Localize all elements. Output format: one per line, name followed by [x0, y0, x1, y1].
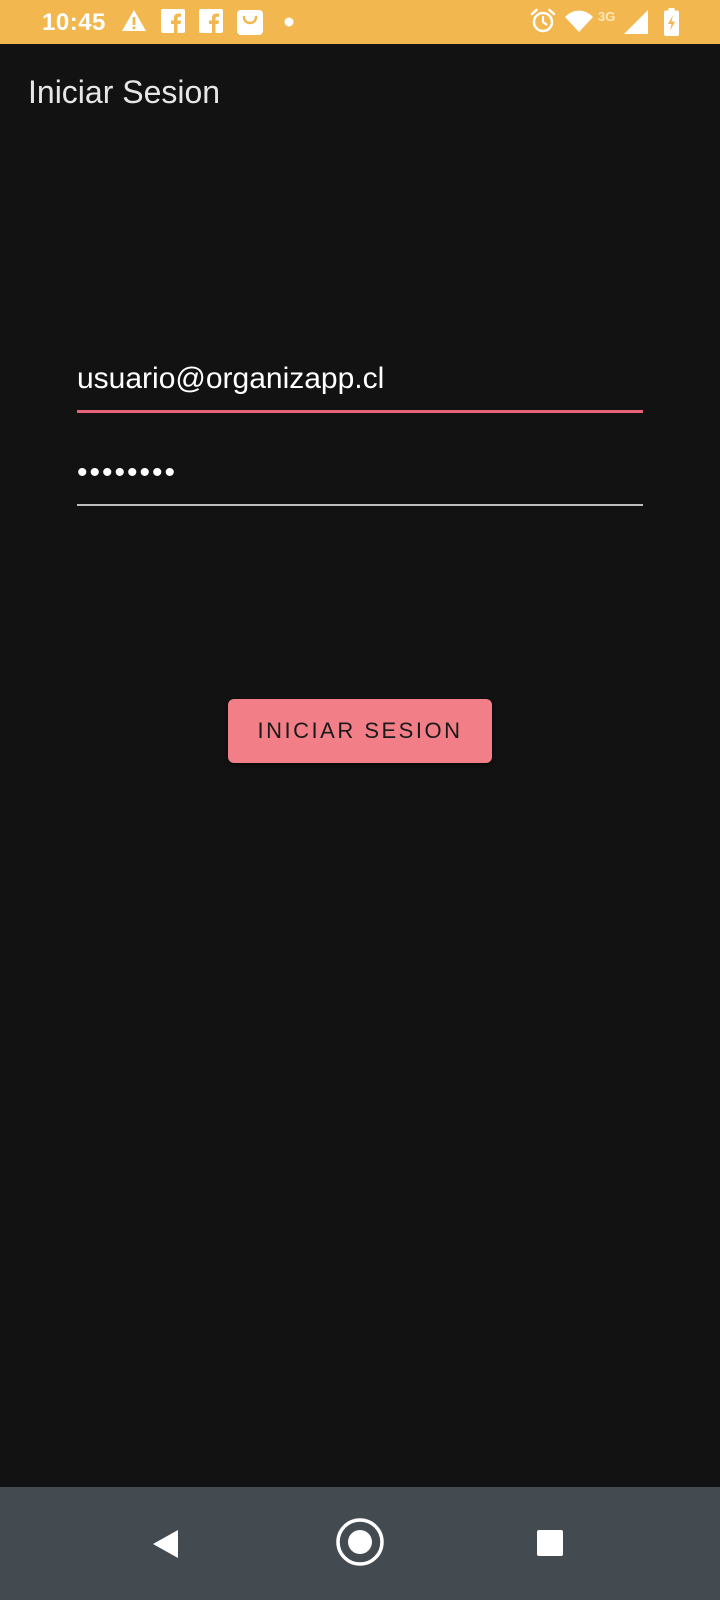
warning-icon	[122, 10, 146, 31]
recents-icon[interactable]	[537, 1530, 563, 1556]
status-time: 10:45	[42, 9, 106, 36]
facebook-icon	[199, 9, 223, 33]
alarm-icon	[530, 8, 556, 33]
signal-icon	[624, 10, 648, 34]
home-icon[interactable]	[335, 1517, 385, 1567]
shopping-bag-icon	[237, 10, 263, 35]
password-field[interactable]	[77, 448, 643, 506]
page-title: Iniciar Sesion	[28, 74, 221, 110]
facebook-icon	[161, 9, 185, 33]
login-button[interactable]: INICIAR SESION	[228, 699, 492, 763]
status-bar: 10:45 3G	[0, 0, 720, 44]
back-icon[interactable]	[152, 1529, 180, 1559]
wifi-icon	[565, 10, 593, 32]
dot-icon	[284, 17, 294, 27]
email-field[interactable]	[77, 354, 643, 413]
battery-charging-icon	[664, 8, 679, 36]
network-type-label: 3G	[598, 9, 616, 24]
navigation-bar	[0, 1487, 720, 1600]
